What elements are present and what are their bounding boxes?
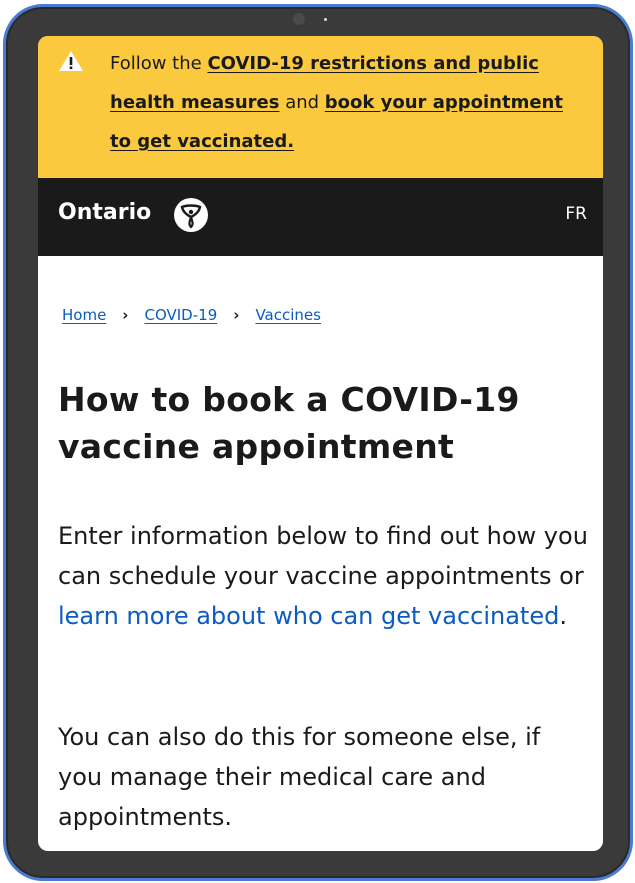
intro-text: Enter information below to find out how … [58,522,588,590]
ontario-logo-text[interactable]: Ontario [58,200,151,225]
breadcrumb-home[interactable]: Home [62,306,106,324]
warning-icon [59,51,83,71]
alert-prefix: Follow the [110,53,208,74]
chevron-right-icon: › [122,306,129,324]
page-title: How to book a COVID-19 vaccine appointme… [58,380,520,466]
sensor-dot [324,18,327,21]
screen: Follow the COVID-19 restrictions and pub… [38,36,603,851]
language-toggle[interactable]: FR [565,204,587,224]
intro-end: . [559,602,567,630]
camera-icon [293,13,305,25]
alert-banner: Follow the COVID-19 restrictions and pub… [38,36,603,178]
secondary-paragraph: You can also do this for someone else, i… [58,723,541,831]
breadcrumb-covid[interactable]: COVID-19 [144,306,217,324]
chevron-right-icon: › [233,306,240,324]
intro-paragraph: Enter information below to find out how … [58,516,588,636]
site-header: Ontario FR [38,178,603,256]
alert-message: Follow the COVID-19 restrictions and pub… [110,44,580,161]
alert-middle: and [279,92,325,113]
trillium-icon[interactable] [172,196,210,234]
eligibility-link[interactable]: learn more about who can get vaccinated [58,602,559,630]
breadcrumb-vaccines[interactable]: Vaccines [255,306,321,324]
breadcrumb: Home › COVID-19 › Vaccines [62,306,321,324]
